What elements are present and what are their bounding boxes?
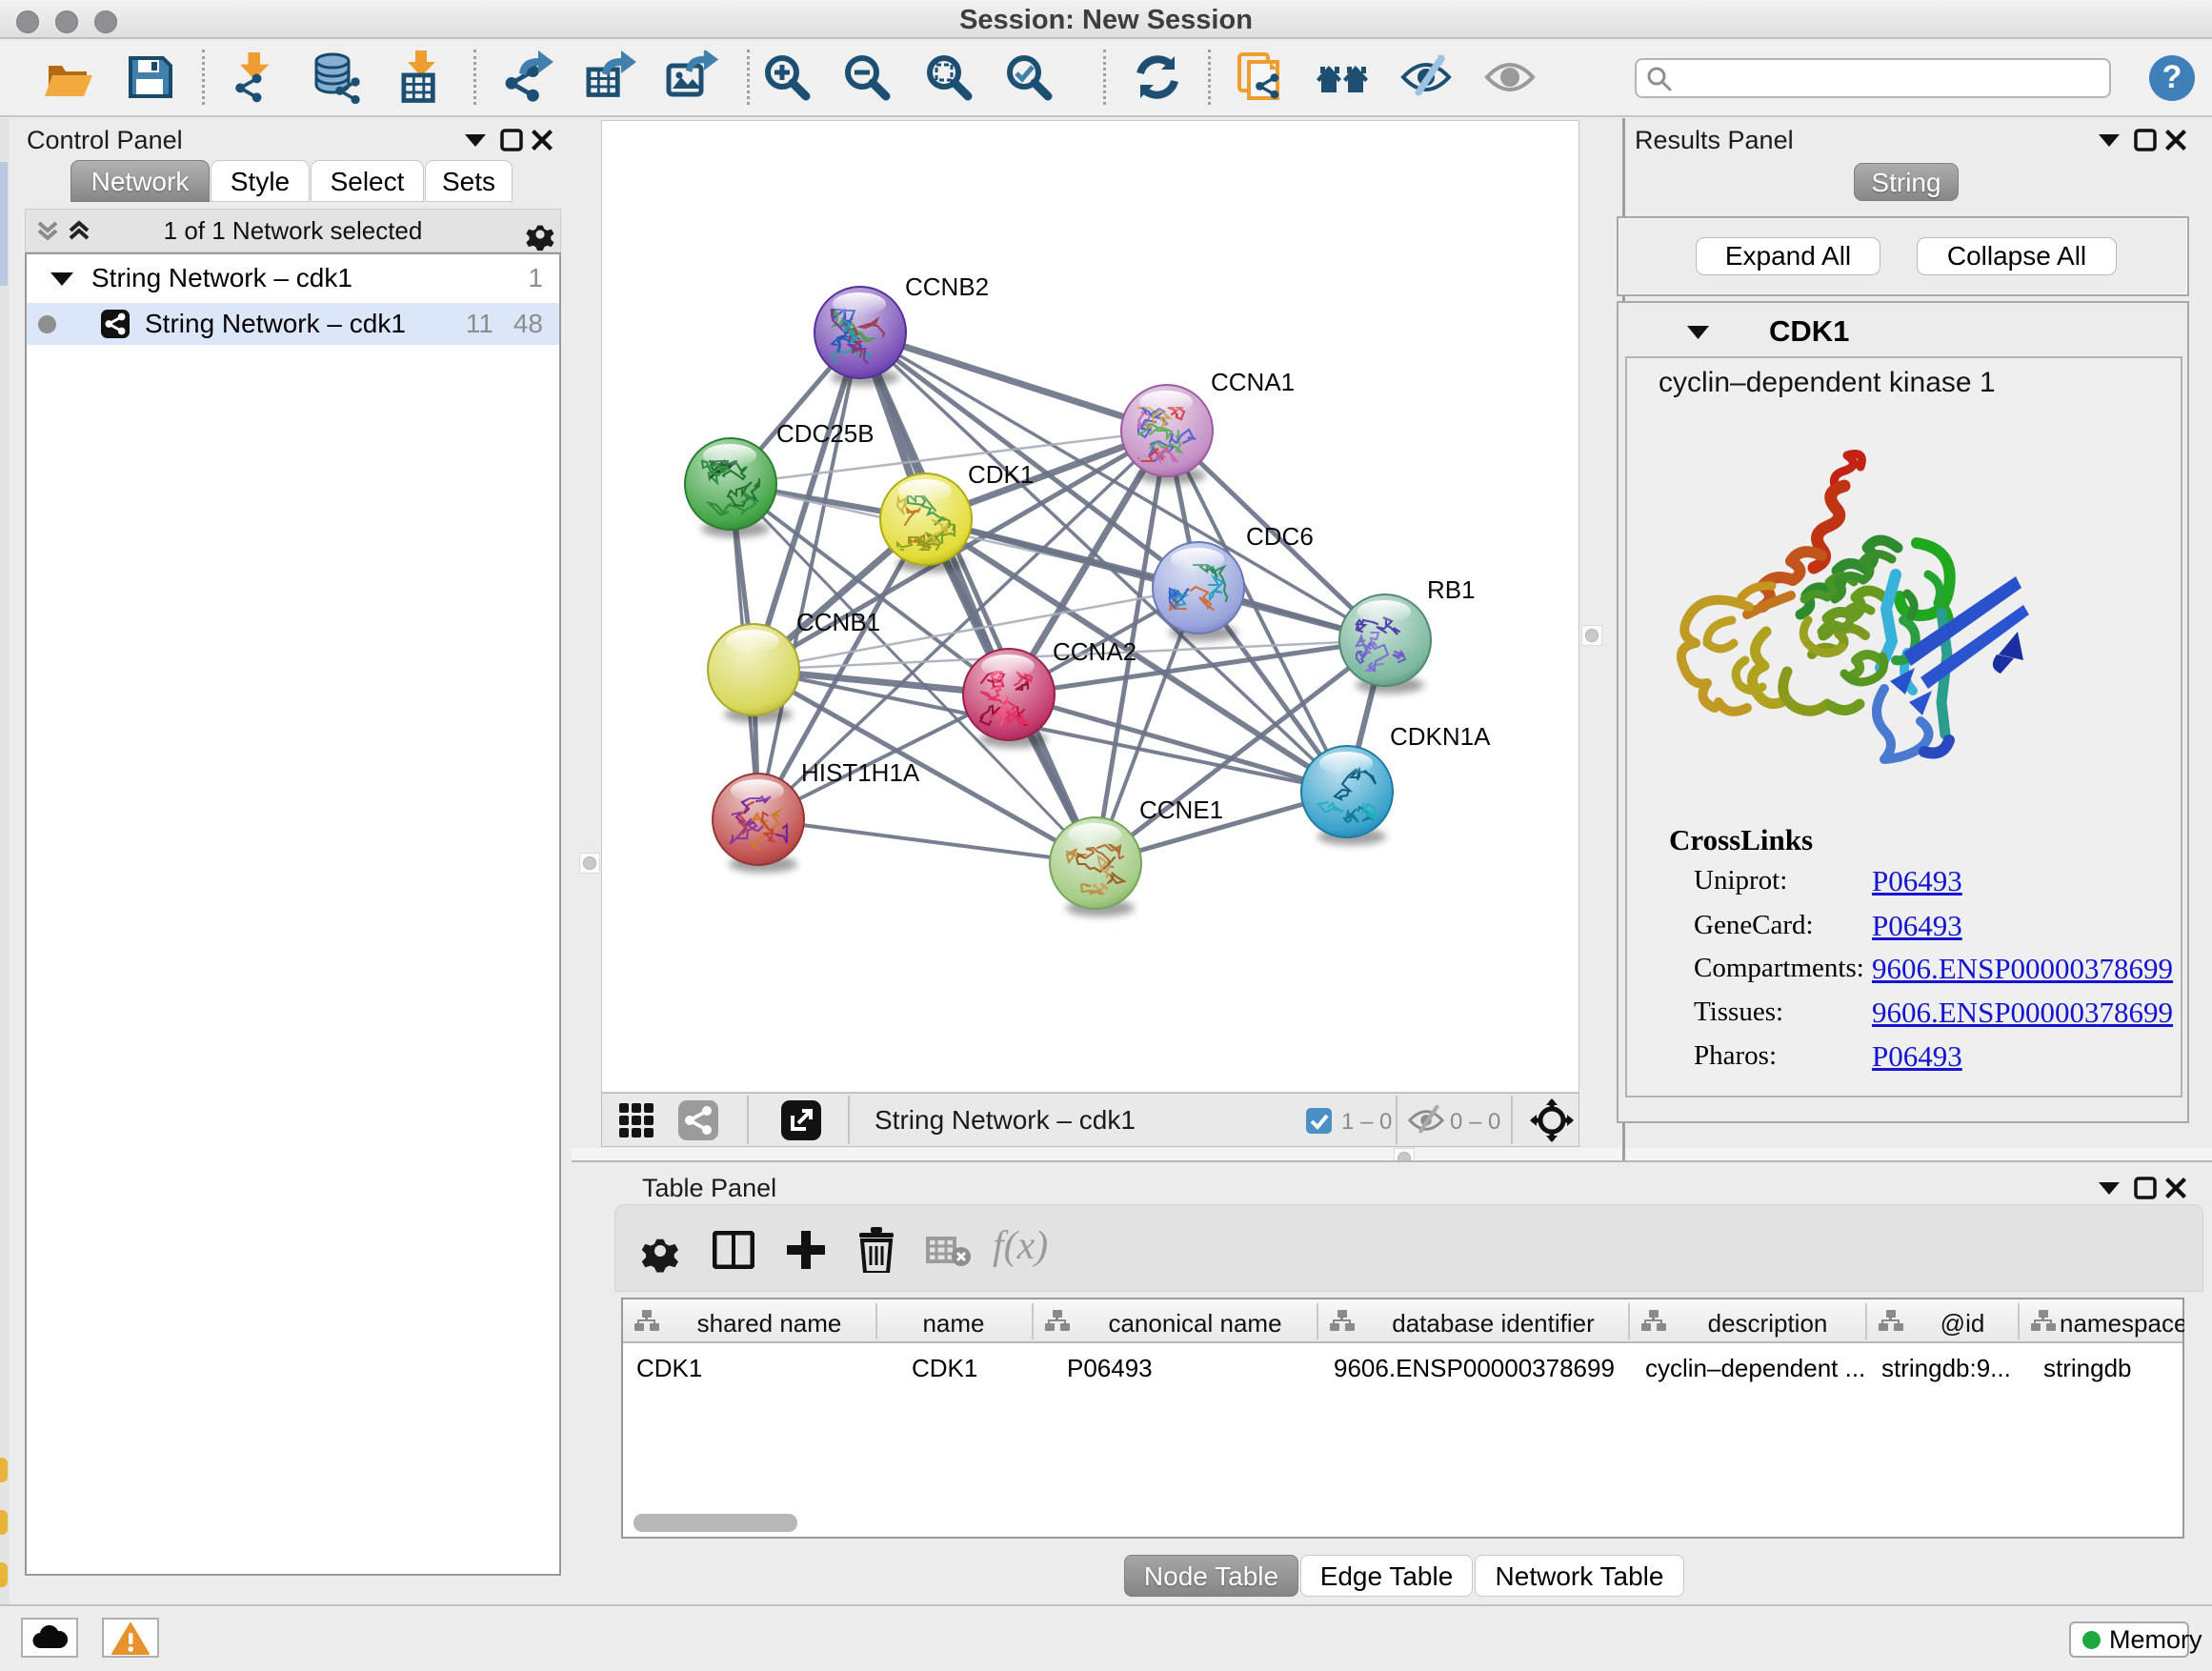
svg-text:CDC25B: CDC25B bbox=[776, 419, 875, 448]
svg-text:CDK1: CDK1 bbox=[968, 460, 1034, 489]
svg-text:CCNA1: CCNA1 bbox=[1211, 368, 1295, 396]
svg-text:CDC6: CDC6 bbox=[1246, 522, 1314, 551]
svg-text:CCNB2: CCNB2 bbox=[905, 272, 989, 301]
svg-text:CDKN1A: CDKN1A bbox=[1390, 722, 1491, 751]
svg-text:RB1: RB1 bbox=[1427, 575, 1476, 604]
svg-text:CCNE1: CCNE1 bbox=[1139, 795, 1223, 824]
svg-text:HIST1H1A: HIST1H1A bbox=[801, 758, 920, 787]
svg-text:CCNA2: CCNA2 bbox=[1053, 637, 1136, 666]
svg-text:CCNB1: CCNB1 bbox=[796, 608, 880, 636]
